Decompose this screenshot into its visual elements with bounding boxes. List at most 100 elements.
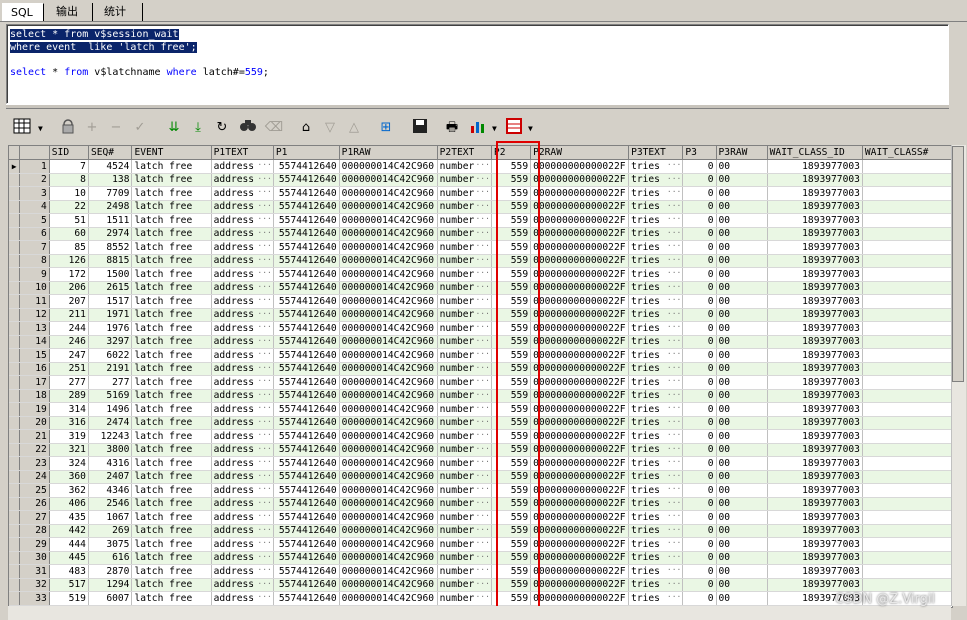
cell-p2text[interactable]: number ··· — [437, 362, 492, 376]
row-number[interactable]: 11 — [19, 294, 50, 309]
cell-p3text[interactable]: tries ··· — [628, 294, 684, 309]
cell-p1raw[interactable]: 000000014C42C960 — [339, 483, 438, 498]
cell-p3text[interactable]: tries ··· — [628, 227, 684, 241]
cell-seq[interactable]: 1971 — [88, 308, 133, 322]
cell-event[interactable]: latch free — [131, 335, 212, 349]
down-last-icon[interactable]: ⤓ — [188, 118, 208, 138]
row-pointer[interactable] — [9, 200, 21, 214]
ellipsis-button[interactable]: ··· — [257, 282, 271, 291]
cell-seq[interactable]: 12243 — [88, 429, 133, 444]
cell-p3[interactable]: 0 — [682, 267, 717, 282]
cell-p1[interactable]: 5574412640 — [273, 294, 340, 309]
filter-down-icon[interactable]: ▽ — [320, 118, 340, 138]
ellipsis-button[interactable]: ··· — [667, 201, 681, 210]
cell-sid[interactable]: 277 — [49, 375, 89, 390]
cell-p1text[interactable]: address ··· — [211, 375, 274, 390]
cell-p3raw[interactable]: 00 — [716, 213, 768, 228]
cell-p3[interactable]: 0 — [682, 429, 717, 444]
cell-event[interactable]: latch free — [131, 254, 212, 268]
cell-p2raw[interactable]: 000000000000022F — [530, 456, 630, 471]
cell-p3raw[interactable]: 00 — [716, 497, 768, 511]
table-row[interactable]: 27 435 1067 latch free address ··· 5574412640 0… — [9, 510, 952, 525]
cell-p2text[interactable]: number ··· — [437, 348, 492, 363]
cell-p3[interactable]: 0 — [682, 524, 717, 538]
cell-p1text[interactable]: address ··· — [211, 402, 274, 417]
cell-event[interactable]: latch free — [131, 173, 212, 187]
cell-event[interactable]: latch free — [131, 200, 212, 214]
cell-p1text[interactable]: address ··· — [211, 416, 274, 430]
cell-p1text[interactable]: address ··· — [211, 227, 274, 241]
ellipsis-button[interactable]: ··· — [257, 349, 271, 358]
cell-p1raw[interactable]: 000000014C42C960 — [339, 389, 438, 403]
table-row[interactable]: 28 442 269 latch free address ··· 5574412640 00… — [9, 524, 952, 538]
cell-p1[interactable]: 5574412640 — [273, 254, 340, 268]
cell-p2text[interactable]: number ··· — [437, 254, 492, 268]
cell-wait-class-num[interactable] — [862, 497, 952, 511]
row-pointer[interactable] — [9, 389, 21, 403]
cell-p2raw[interactable]: 000000000000022F — [530, 294, 630, 309]
row-number[interactable]: 22 — [19, 443, 50, 457]
lock-icon[interactable] — [58, 118, 78, 138]
ellipsis-button[interactable]: ··· — [257, 592, 271, 601]
cell-p2text[interactable]: number ··· — [437, 335, 492, 349]
table-row[interactable]: 31 483 2870 latch free address ··· 5574412640 0… — [9, 564, 952, 579]
cell-seq[interactable]: 1067 — [88, 510, 133, 525]
cell-sid[interactable]: 22 — [49, 200, 89, 214]
sql-editor[interactable]: select * from v$session_wait where event… — [6, 24, 949, 104]
ellipsis-button[interactable]: ··· — [475, 457, 489, 466]
row-pointer[interactable] — [9, 173, 21, 187]
cell-sid[interactable]: 51 — [49, 213, 89, 228]
ellipsis-button[interactable]: ··· — [475, 376, 489, 385]
cell-p1text[interactable]: address ··· — [211, 483, 274, 498]
ellipsis-button[interactable]: ··· — [667, 498, 681, 507]
cell-p3raw[interactable]: 00 — [716, 281, 768, 295]
cell-p1text[interactable]: address ··· — [211, 308, 274, 322]
cell-p1raw[interactable]: 000000014C42C960 — [339, 429, 438, 444]
cell-wait-class-id[interactable]: 1893977003 — [767, 389, 863, 403]
query-icon[interactable]: ⊞ — [376, 118, 396, 138]
cell-sid[interactable]: 362 — [49, 483, 89, 498]
cell-p3text[interactable]: tries ··· — [628, 591, 684, 606]
ellipsis-button[interactable]: ··· — [475, 538, 489, 547]
cell-p1[interactable]: 5574412640 — [273, 551, 340, 565]
row-pointer[interactable] — [9, 213, 21, 228]
cell-p1[interactable]: 5574412640 — [273, 308, 340, 322]
cell-event[interactable]: latch free — [131, 186, 212, 201]
cell-wait-class-num[interactable] — [862, 254, 952, 268]
cell-p3text[interactable]: tries ··· — [628, 456, 684, 471]
binoculars-icon[interactable] — [238, 118, 258, 138]
col-header-seq[interactable]: SEQ# — [88, 146, 133, 160]
row-pointer[interactable] — [9, 537, 21, 552]
cell-p1text[interactable]: address ··· — [211, 429, 274, 444]
ellipsis-button[interactable]: ··· — [257, 214, 271, 223]
cell-wait-class-num[interactable] — [862, 416, 952, 430]
cell-sid[interactable]: 247 — [49, 348, 89, 363]
cell-p2text[interactable]: number ··· — [437, 443, 492, 457]
result-grid[interactable]: SID SEQ# EVENT P1TEXT P1 P1RAW P2TEXT P2… — [8, 145, 953, 608]
table-row[interactable]: ▶ 1 7 4524 latch free address ··· 5574412640 000… — [9, 159, 952, 174]
ellipsis-button[interactable]: ··· — [257, 390, 271, 399]
ellipsis-button[interactable]: ··· — [475, 228, 489, 237]
row-pointer[interactable] — [9, 348, 21, 363]
cell-p2raw[interactable]: 000000000000022F — [530, 281, 630, 295]
row-pointer[interactable] — [9, 416, 21, 430]
ellipsis-button[interactable]: ··· — [667, 525, 681, 534]
cell-wait-class-id[interactable]: 1893977003 — [767, 443, 863, 457]
cell-p2[interactable]: 559 — [491, 497, 532, 511]
cell-p2text[interactable]: number ··· — [437, 497, 492, 511]
cell-p3raw[interactable]: 00 — [716, 321, 768, 336]
cell-seq[interactable]: 2974 — [88, 227, 133, 241]
cell-wait-class-num[interactable] — [862, 362, 952, 376]
row-number[interactable]: 26 — [19, 497, 50, 511]
cell-p3[interactable]: 0 — [682, 294, 717, 309]
cell-p1raw[interactable]: 000000014C42C960 — [339, 456, 438, 471]
cell-p1text[interactable]: address ··· — [211, 173, 274, 187]
ellipsis-button[interactable]: ··· — [257, 174, 271, 183]
row-pointer[interactable] — [9, 443, 21, 457]
ellipsis-button[interactable]: ··· — [475, 511, 489, 520]
col-header-p2raw[interactable]: P2RAW — [530, 146, 630, 160]
cell-p3text[interactable]: tries ··· — [628, 443, 684, 457]
cell-p1raw[interactable]: 000000014C42C960 — [339, 213, 438, 228]
cell-p3[interactable]: 0 — [682, 321, 717, 336]
ellipsis-button[interactable]: ··· — [257, 498, 271, 507]
